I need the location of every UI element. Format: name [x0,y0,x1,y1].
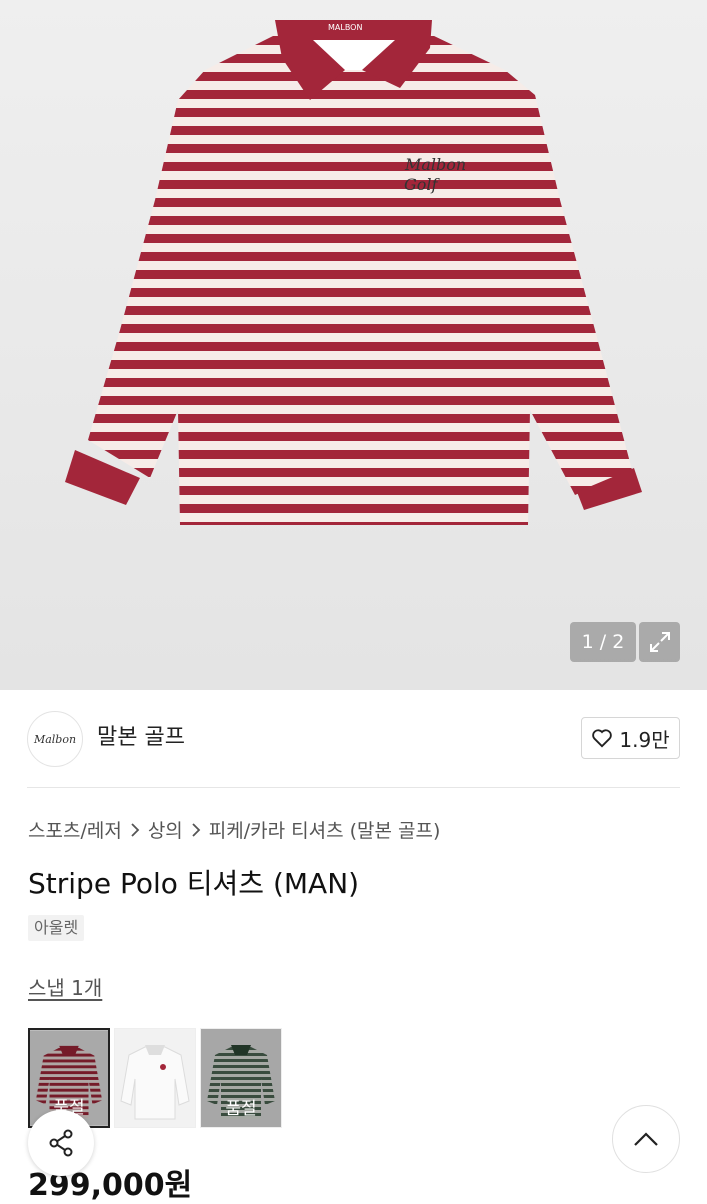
svg-text:Golf: Golf [404,175,441,194]
divider [27,787,680,788]
breadcrumb-item-tops[interactable]: 상의 [148,816,183,843]
breadcrumb: 스포츠/레저 상의 피케/카라 티셔츠 (말본 골프) [28,816,440,843]
snap-link[interactable]: 스냅 1개 [28,972,102,1001]
svg-text:MALBON: MALBON [328,23,362,32]
brand-logo-text: Malbon [33,732,77,746]
product-title: Stripe Polo 티셔츠 (MAN) [28,867,360,900]
scroll-top-button[interactable] [612,1105,680,1173]
share-button[interactable] [28,1110,94,1176]
breadcrumb-item-sports[interactable]: 스포츠/레저 [28,816,122,843]
chevron-up-icon [634,1132,658,1146]
variant-thumb-green[interactable]: 품절 [200,1028,282,1128]
variant-thumb-white[interactable] [114,1028,196,1128]
brand-name[interactable]: 말본 골프 [97,722,185,754]
striped-polo-shirt-image: MALBON Malbon Golf [65,20,642,525]
product-image[interactable]: MALBON Malbon Golf 1 / 2 [0,0,707,690]
outlet-tag: 아울렛 [28,915,85,941]
like-button[interactable]: 1.9만 [581,717,680,759]
like-count: 1.9만 [619,727,670,752]
soldout-label: 품절 [225,1099,257,1119]
variant-image-white [115,1029,195,1127]
heart-icon [592,729,613,748]
svg-text:Malbon: Malbon [404,155,466,174]
chevron-right-icon [191,822,201,837]
chevron-right-icon [130,822,140,837]
expand-icon[interactable] [639,622,680,662]
brand-logo[interactable]: Malbon [27,711,83,767]
image-counter: 1 / 2 [570,622,636,662]
breadcrumb-item-polo[interactable]: 피케/카라 티셔츠 (말본 골프) [209,816,441,843]
share-icon [49,1129,73,1157]
